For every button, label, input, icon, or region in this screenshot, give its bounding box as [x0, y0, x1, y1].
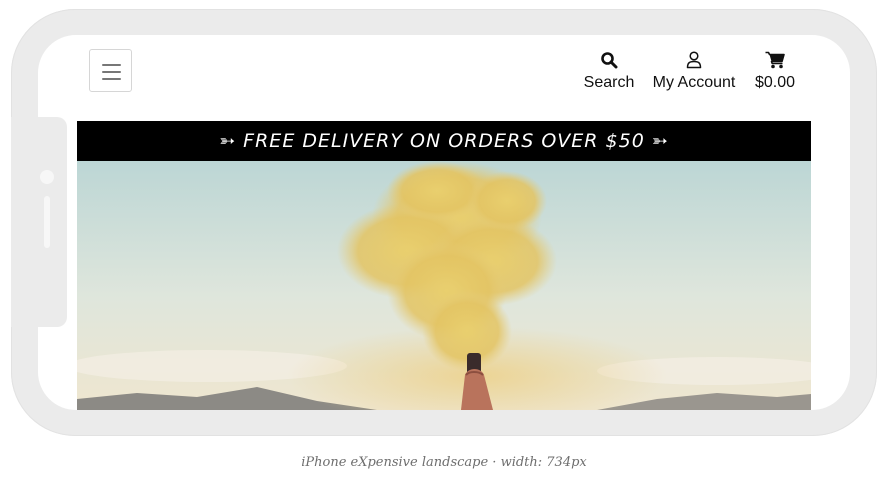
search-link[interactable]: Search [583, 51, 635, 92]
free-delivery-banner: ➳ FREE DELIVERY ON ORDERS OVER $50 ➳ [77, 121, 811, 161]
cart-total: $0.00 [754, 74, 796, 91]
camera-dot [40, 170, 54, 184]
free-delivery-text: ➳ FREE DELIVERY ON ORDERS OVER $50 ➳ [219, 130, 669, 152]
device-caption: iPhone eXpensive landscape · width: 734p… [301, 455, 587, 470]
cart-link[interactable]: $0.00 [752, 51, 798, 92]
my-account-link[interactable]: My Account [649, 51, 739, 92]
phone-notch [11, 117, 67, 327]
hamburger-menu-button[interactable] [89, 49, 132, 92]
my-account-label: My Account [652, 74, 736, 91]
smoke-flare-photo [77, 161, 811, 410]
hero-image [77, 161, 811, 410]
phone-screen: Search My Account $0.00 ➳ FREE DELIVERY … [38, 35, 850, 410]
speaker-slot [44, 196, 50, 248]
device-preview-stage: Search My Account $0.00 ➳ FREE DELIVERY … [0, 0, 888, 479]
cart-icon [752, 51, 798, 69]
search-label: Search [583, 74, 635, 91]
search-icon [583, 51, 635, 69]
user-icon [649, 51, 739, 69]
